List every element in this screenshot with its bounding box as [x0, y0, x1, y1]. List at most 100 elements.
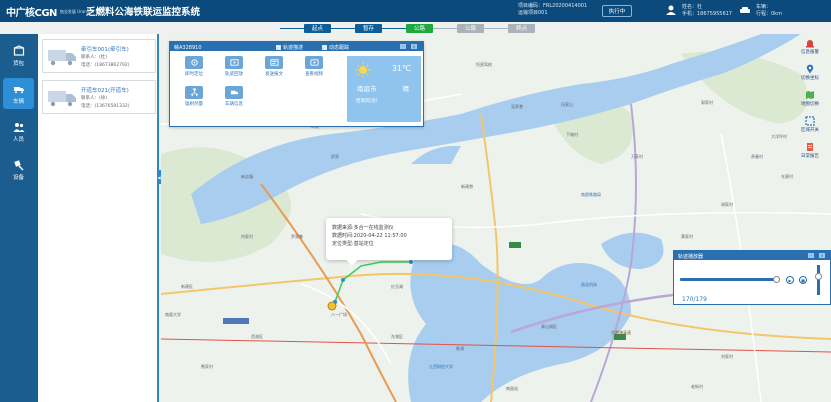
- step-connector: [331, 27, 356, 29]
- user-name: 姓名：杜: [682, 4, 703, 10]
- follow-checkbox[interactable]: ✓ 动态跟踪: [322, 44, 349, 51]
- popup-source: 数据来源:多合一在线监测仪: [332, 225, 394, 231]
- close-button[interactable]: ×: [411, 44, 417, 49]
- vehicle-contact: 联系人：(杜): [81, 55, 108, 60]
- minimize-button[interactable]: –: [400, 44, 406, 49]
- map-label: 伍家山: [561, 102, 573, 107]
- vehicle-card[interactable]: 牵引车001(牵引车) 联系人：(杜) 电话：(18673862792): [42, 39, 156, 73]
- map-label: 贵春村: [751, 154, 763, 159]
- nav-vehicles[interactable]: 车辆: [3, 78, 34, 109]
- map-label: 西湖区: [251, 334, 263, 339]
- playback-progress-bar[interactable]: [680, 278, 780, 281]
- map-label: 新建港: [461, 184, 473, 189]
- vehicle-phone: 电话：(18673862792): [81, 63, 130, 68]
- map-label: 何家村: [241, 234, 253, 239]
- vehicle-name: 牵引车001(牵引车): [81, 47, 129, 53]
- map-label: 红谷滩: [391, 284, 403, 289]
- locate-label: 即时定位: [185, 72, 203, 77]
- step-road[interactable]: 公路: [457, 23, 485, 33]
- area-toggle-button[interactable]: 区域开关: [795, 116, 825, 140]
- video-label: 查看视频: [305, 72, 323, 77]
- alarm-button[interactable]: 信息报警: [795, 38, 825, 62]
- vehicle-plate: 赣A328910: [174, 45, 202, 51]
- vehicle-name: 开道车021(开道车): [81, 88, 129, 94]
- app-header: 中广核CGN 铀业发展 Uranium Devt. 乏燃料公海铁联运监控系统 项…: [0, 0, 831, 22]
- map-label: 万家村: [631, 154, 643, 159]
- check-icon: ✓: [276, 45, 281, 50]
- play-button[interactable]: ▶: [786, 276, 794, 284]
- map-switch-button[interactable]: 地图切换: [795, 90, 825, 114]
- coordinate-switch-button[interactable]: 切换坐标: [795, 64, 825, 88]
- stop-button[interactable]: ■: [799, 276, 807, 284]
- follow-checkbox-label: 动态跟踪: [329, 45, 350, 51]
- coordinate-switch-label: 切换坐标: [801, 76, 819, 81]
- radiation-button[interactable]: 辐射剂量: [176, 86, 212, 114]
- playback-button[interactable]: 轨迹回放: [216, 56, 252, 84]
- car-info: 车辆： 行程：0km: [756, 4, 782, 18]
- playback-count: 170/179: [682, 296, 707, 303]
- project-code: 项目编码：FRL20200414001: [518, 3, 588, 9]
- user-icon: [664, 3, 678, 17]
- map-label: 下城村: [566, 132, 578, 137]
- map-label: 南昌铁路局: [581, 192, 601, 197]
- playback-label: 轨迹回放: [225, 72, 243, 77]
- route-progress: 起点 暂存 公路 公路 终点: [280, 22, 536, 34]
- video-icon: [305, 56, 323, 69]
- map-label: 吴家巷: [511, 104, 523, 109]
- radiation-label: 辐射剂量: [185, 102, 203, 107]
- daily-report-button[interactable]: 日常报告: [795, 142, 825, 166]
- nav-cargo[interactable]: 货包: [3, 40, 34, 71]
- step-connector: [280, 27, 304, 29]
- nav-label: 车辆: [12, 98, 24, 105]
- popup-time: 数据时间:2020-04-22 11:57:00: [332, 233, 407, 239]
- execution-status-button[interactable]: 执行中: [602, 5, 632, 17]
- people-icon: [13, 122, 24, 132]
- send-message-button[interactable]: 发送报文: [256, 56, 292, 84]
- step-storage[interactable]: 暂存: [355, 23, 383, 33]
- map-switch-icon: [806, 91, 814, 99]
- nav-devices[interactable]: 设备: [3, 154, 34, 185]
- speed-slider-knob[interactable]: [815, 273, 822, 280]
- vehicle-card[interactable]: 开道车021(开道车) 联系人：(徐) 电话：(13676591332): [42, 80, 156, 114]
- vehicle-info-label: 车辆信息: [225, 102, 243, 107]
- player-minimize-button[interactable]: –: [808, 253, 814, 258]
- track-checkbox[interactable]: ✓ 轨迹描述: [276, 44, 303, 51]
- video-button[interactable]: 查看视频: [296, 56, 332, 84]
- player-title: 轨迹播放器: [678, 254, 704, 260]
- weather-wind: 西南风[逆]: [356, 99, 378, 104]
- step-start[interactable]: 起点: [304, 23, 332, 33]
- playback-progress-knob[interactable]: [773, 276, 780, 283]
- car-label: 车辆：: [756, 4, 772, 10]
- weather-condition: 晴: [402, 85, 410, 93]
- alarm-icon: [806, 40, 814, 48]
- report-icon: [807, 143, 813, 151]
- vehicle-info-button[interactable]: 车辆信息: [216, 86, 252, 114]
- map-label: 罗家集: [291, 234, 303, 239]
- send-message-label: 发送报文: [265, 72, 283, 77]
- radiation-icon: [185, 86, 203, 99]
- weather-card: 31℃ 南昌市 晴 西南风[逆]: [347, 56, 421, 122]
- logo-text: 中广核CGN: [6, 7, 57, 19]
- weather-city: 南昌市: [357, 85, 377, 93]
- map-label: 恒昌驾校: [476, 62, 492, 67]
- weather-temperature: 31℃: [391, 64, 411, 73]
- map-label: 青山湖区: [541, 324, 557, 329]
- area-icon: [805, 116, 815, 126]
- player-close-button[interactable]: ×: [819, 253, 825, 258]
- map-label: 胡家村: [721, 202, 733, 207]
- step-end[interactable]: 终点: [508, 23, 536, 33]
- step-road-active[interactable]: 公路: [406, 23, 434, 33]
- map-label: 大洋坪村: [771, 134, 787, 139]
- nav-label: 人员: [12, 136, 24, 143]
- locate-button[interactable]: 即时定位: [176, 56, 212, 84]
- popup-location-type: 定位类型:基站定位: [332, 241, 374, 247]
- nav-label: 货包: [12, 60, 24, 67]
- nav-people[interactable]: 人员: [3, 116, 34, 147]
- locate-icon: [185, 56, 203, 69]
- map-label: 江西财经大学: [429, 364, 453, 369]
- speed-slider[interactable]: [817, 265, 820, 295]
- project-info: 项目编码：FRL20200414001 运输项目001: [518, 3, 587, 17]
- playback-icon: [225, 56, 243, 69]
- vehicle-phone: 电话：(13676591332): [81, 104, 130, 109]
- car-icon: [738, 3, 752, 17]
